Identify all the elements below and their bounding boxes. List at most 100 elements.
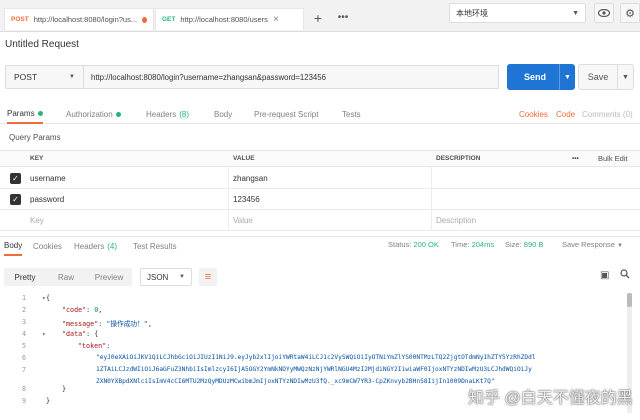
time-label: Time: (451, 240, 470, 249)
request-title[interactable]: Untitled Request (5, 39, 79, 50)
tab-get-users[interactable]: GET http://localhost:8080/users × (155, 8, 304, 30)
send-button[interactable]: Send ▼ (507, 64, 575, 90)
code-line: { (46, 294, 51, 302)
json-key: "data" (62, 330, 87, 338)
plus-icon[interactable]: + (310, 11, 326, 27)
tab-method: POST (11, 16, 29, 23)
chevron-down-icon[interactable]: ▼ (617, 65, 633, 89)
watermark: 知乎 @白天不懂夜的黑 (468, 390, 633, 407)
tab-label: Authorization (66, 109, 113, 119)
column-description: DESCRIPTION (436, 155, 481, 162)
tab-headers[interactable]: Headers (8) (146, 104, 189, 124)
wrap-lines-icon[interactable]: ≡ (199, 268, 217, 286)
status-label: Status: (388, 240, 412, 249)
json-key: "token" (78, 342, 107, 350)
tab-response-cookies[interactable]: Cookies (33, 236, 62, 256)
line-number: 8 (21, 385, 26, 393)
copy-icon[interactable]: ▣ (600, 270, 609, 281)
gear-icon[interactable]: ⚙ (620, 3, 640, 23)
save-button[interactable]: Save ▼ (578, 64, 634, 90)
check-icon[interactable]: ✓ (10, 173, 21, 184)
active-dot-icon (115, 111, 121, 117)
param-value[interactable]: zhangsan (233, 168, 268, 189)
param-value[interactable]: 123456 (233, 189, 260, 210)
tab-response-body[interactable]: Body (4, 236, 23, 256)
format-select[interactable]: JSON ▼ (140, 268, 192, 286)
token-line: "eyJ0eXAiOiJKV1QiLCJhbGciOiJIUzI1NiJ9.ey… (96, 354, 536, 361)
param-key[interactable]: username (30, 168, 66, 189)
tab-prerequest-script[interactable]: Pre-request Script (254, 104, 318, 124)
pretty-button[interactable]: Pretty (4, 268, 46, 286)
value-placeholder[interactable]: Value (233, 210, 253, 231)
more-icon[interactable]: ••• (334, 11, 352, 27)
send-label: Send (523, 72, 546, 82)
tab-count: (8) (179, 109, 190, 119)
line-number: 7 (21, 366, 26, 374)
search-icon[interactable] (620, 269, 630, 282)
tab-method: GET (162, 16, 176, 23)
description-placeholder[interactable]: Description (436, 210, 476, 231)
save-label: Save (587, 72, 609, 82)
size-value: 890 B (523, 240, 544, 249)
url-input[interactable]: http://localhost:8080/login?username=zha… (84, 65, 499, 89)
status-readout: Status: 200 OK (388, 240, 439, 249)
check-icon[interactable]: ✓ (10, 194, 21, 205)
tab-response-headers[interactable]: Headers (4) (74, 236, 117, 256)
code-line: } (46, 397, 51, 405)
tab-test-results[interactable]: Test Results (133, 236, 177, 256)
tab-body[interactable]: Body (214, 104, 232, 124)
param-key[interactable]: password (30, 189, 64, 210)
tab-post-login[interactable]: POST http://localhost:8080/login?us... (4, 8, 154, 30)
time-readout: Time: 204ms (451, 240, 494, 249)
params-table-header (0, 150, 640, 167)
status-value: 200 OK (413, 240, 439, 249)
tab-label: Params (7, 108, 35, 118)
chevron-down-icon: ▼ (179, 274, 185, 280)
time-value: 204ms (471, 240, 495, 249)
tab-label: Headers (74, 241, 105, 251)
bulk-edit-link[interactable]: Bulk Edit (598, 150, 628, 167)
raw-button[interactable]: Raw (46, 268, 86, 286)
tab-tests[interactable]: Tests (342, 104, 361, 124)
tab-params[interactable]: Params (7, 104, 43, 124)
save-response-label: Save Response (562, 240, 615, 249)
table-row (0, 189, 640, 210)
token-line: ZXN0YXBpdXNlciIsImV4cCI6MTU2MzQyMDUzMCwi… (96, 378, 495, 385)
scrollbar-thumb[interactable] (627, 293, 632, 307)
tab-url: http://localhost:8080/login?us... (33, 15, 138, 24)
json-brace: { (94, 330, 99, 338)
chevron-down-icon: ▼ (617, 243, 623, 249)
cookies-link[interactable]: Cookies (519, 104, 548, 124)
json-key: "message" (62, 320, 99, 328)
tab-authorization[interactable]: Authorization (66, 104, 121, 124)
chevron-down-icon: ▼ (69, 74, 75, 80)
environment-select[interactable]: 本地环境 ▼ (449, 3, 586, 23)
more-icon[interactable]: ••• (572, 150, 579, 167)
line-number: 4 (21, 330, 26, 338)
active-dot-icon (37, 110, 43, 116)
tab-count: (4) (107, 241, 118, 251)
code-line: "message": "操作成功！", (62, 320, 152, 328)
close-icon[interactable]: × (273, 14, 279, 25)
code-line: } (62, 385, 67, 393)
table-row-empty (0, 210, 640, 231)
save-response-button[interactable]: Save Response ▼ (562, 240, 623, 249)
line-number: 5 (21, 342, 26, 350)
code-line: "code": 0, (62, 306, 103, 314)
code-line: "token": (78, 342, 111, 350)
code-link[interactable]: Code (556, 104, 575, 124)
code-line: "data": { (62, 330, 99, 338)
unsaved-dot-icon (142, 16, 147, 23)
column-value: VALUE (233, 155, 255, 162)
key-placeholder[interactable]: Key (30, 210, 44, 231)
preview-button[interactable]: Preview (86, 268, 132, 286)
fold-icon[interactable]: ▾ (42, 331, 46, 338)
method-select[interactable]: POST ▼ (5, 65, 84, 89)
line-number: 9 (21, 397, 26, 405)
table-row (0, 168, 640, 189)
chevron-down-icon[interactable]: ▼ (559, 64, 575, 90)
comments-link[interactable]: Comments (0) (582, 104, 633, 124)
tab-label: Headers (146, 109, 177, 119)
eye-icon[interactable] (594, 3, 614, 23)
json-value: 0 (94, 306, 99, 314)
